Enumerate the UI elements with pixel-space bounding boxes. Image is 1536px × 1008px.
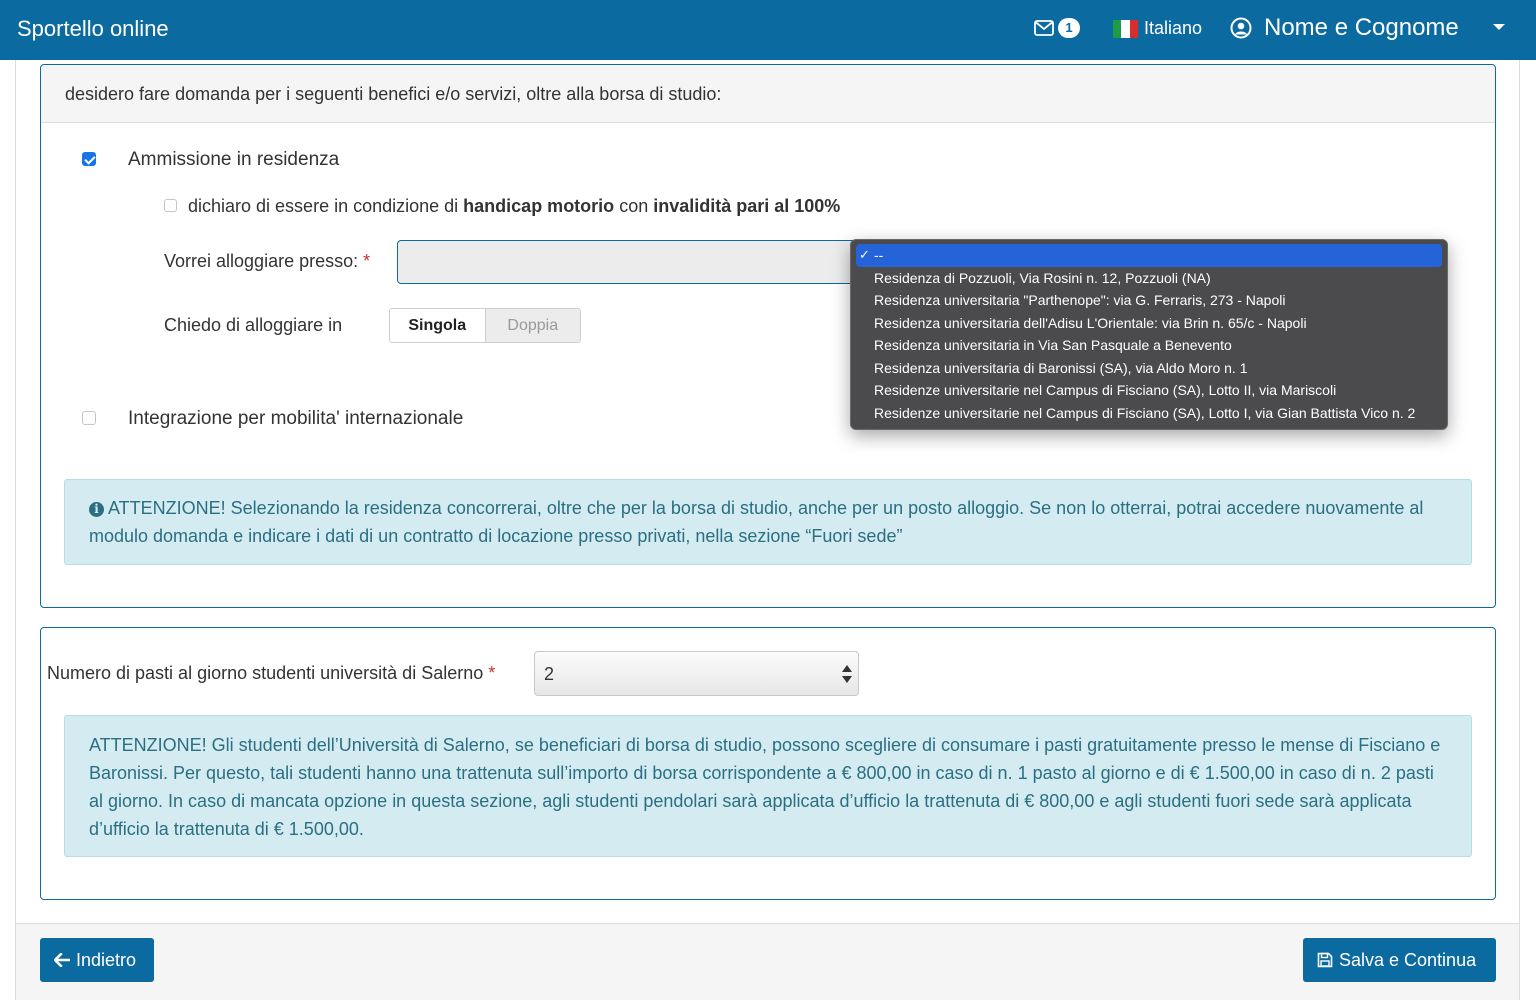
meals-count-select[interactable]: 2 [534,651,859,696]
envelope-icon [1034,20,1054,36]
unread-count-badge: 1 [1058,18,1080,38]
residence-alert: i ATTENZIONE! Selezionando la residenza c… [64,479,1472,565]
residence-checkbox[interactable] [82,152,96,166]
dropdown-option[interactable]: Residenze universitarie nel Campus di Fi… [856,379,1442,402]
room-type-toggle[interactable]: Singola Doppia [389,308,581,343]
save-continue-button[interactable]: Salva e Continua [1303,938,1496,982]
invalidity-text-bold: invalidità pari al 100% [653,196,841,216]
residence-label[interactable]: Ammissione in residenza [128,149,339,171]
required-asterisk: * [488,663,496,683]
dropdown-option[interactable]: Residenza di Pozzuoli, Via Rosini n. 12,… [856,267,1442,290]
language-label: Italiano [1144,18,1203,38]
dropdown-option-label: Residenza di Pozzuoli, Via Rosini n. 12,… [874,269,1211,286]
user-menu[interactable]: Nome e Cognome [1230,14,1459,42]
dropdown-option-label: Residenza universitaria dell'Adisu L'Ori… [874,314,1307,331]
residence-alert-text: ATTENZIONE! Selezionando la residenza co… [89,498,1424,546]
dropdown-option-label: Residenza universitaria di Baronissi (SA… [874,359,1248,376]
user-circle-icon [1230,17,1252,39]
dropdown-option-label: Residenze universitarie nel Campus di Fi… [874,382,1337,398]
mobility-label[interactable]: Integrazione per mobilita' internazional… [128,408,463,430]
floppy-disk-icon [1317,952,1333,968]
meals-label: Numero di pasti al giorno studenti unive… [47,663,495,684]
handicap-checkbox[interactable] [164,199,177,212]
dropdown-option-label: -- [874,247,884,263]
dropdown-option[interactable]: Residenze universitarie nel Campus di Fi… [856,402,1442,425]
dropdown-option[interactable]: Residenza universitaria "Parthenope": vi… [856,289,1442,312]
lodging-dropdown-menu: ✓ -- Residenza di Pozzuoli, Via Rosini n.… [850,239,1448,430]
meals-alert: ATTENZIONE! Gli studenti dell’Università… [64,715,1472,857]
form-footer [16,923,1519,1000]
container-border-left [15,60,16,1000]
select-arrows-icon [842,665,852,683]
user-name: Nome e Cognome [1264,14,1459,41]
save-button-label: Salva e Continua [1339,950,1477,970]
dropdown-option-label: Residenza universitaria in Via San Pasqu… [874,337,1232,353]
lodging-label: Vorrei alloggiare presso: * [164,251,370,272]
meals-label-text: Numero di pasti al giorno studenti unive… [47,663,484,683]
language-selector[interactable]: Italiano [1113,18,1202,39]
required-asterisk: * [363,251,371,271]
dropdown-option[interactable]: Residenza universitaria dell'Adisu L'Ori… [856,312,1442,335]
handicap-text-prefix: dichiaro di essere in condizione di [188,196,464,216]
back-button-label: Indietro [76,950,137,970]
chevron-down-icon[interactable] [1493,24,1505,30]
mobility-checkbox[interactable] [82,411,96,425]
handicap-label[interactable]: dichiaro di essere in condizione di hand… [188,196,840,217]
arrow-left-icon [54,953,70,967]
brand-title[interactable]: Sportello online [17,16,169,42]
italian-flag-icon [1113,19,1138,38]
lodging-label-text: Vorrei alloggiare presso: [164,251,359,271]
room-single-option[interactable]: Singola [390,309,485,342]
handicap-text-bold: handicap motorio [463,196,615,216]
back-button[interactable]: Indietro [40,938,154,982]
checkmark-icon: ✓ [859,247,870,262]
dropdown-option-label: Residenza universitaria "Parthenope": vi… [874,292,1286,308]
messages-link[interactable]: 1 [1034,18,1080,38]
top-navbar: Sportello online 1 Italiano Nome e Cogno… [0,0,1536,60]
info-icon: i [89,502,104,517]
handicap-text-mid: con [614,196,654,216]
dropdown-option[interactable]: Residenza universitaria in Via San Pasqu… [856,334,1442,357]
dropdown-option[interactable]: ✓ -- [856,244,1442,267]
room-double-option[interactable]: Doppia [484,309,580,342]
meals-count-value: 2 [544,664,555,684]
container-border-right [1519,60,1520,1000]
dropdown-option-label: Residenze universitarie nel Campus di Fi… [874,404,1416,421]
room-type-label: Chiedo di alloggiare in [164,315,343,335]
benefits-panel-heading: desidero fare domanda per i seguenti ben… [41,65,1495,123]
dropdown-option[interactable]: Residenza universitaria di Baronissi (SA… [856,357,1442,380]
